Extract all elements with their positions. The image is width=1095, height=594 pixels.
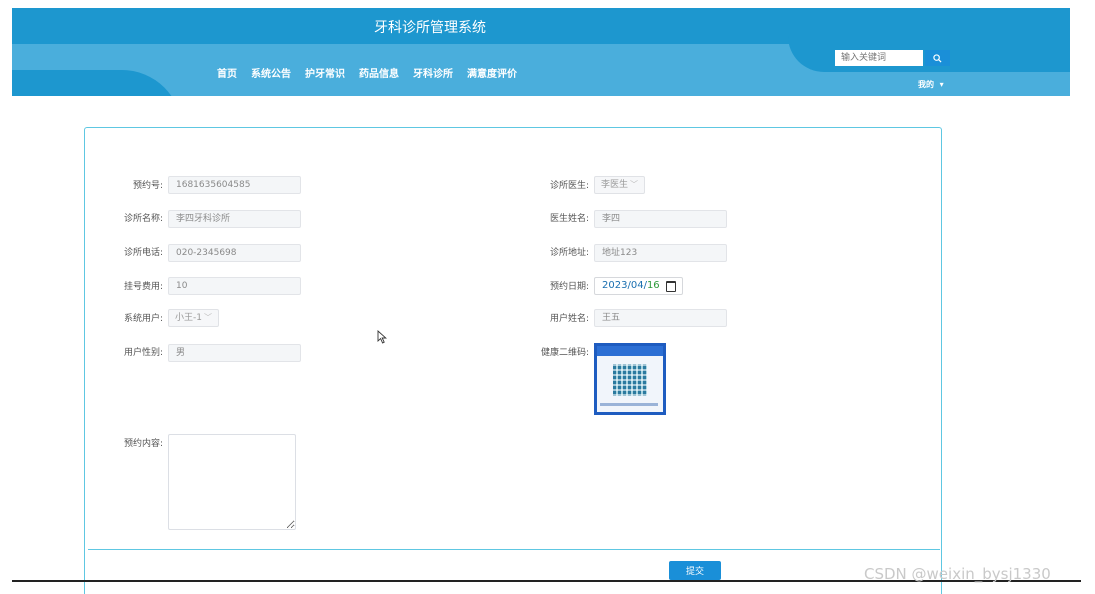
- clinic-address-label: 诊所地址:: [549, 248, 589, 258]
- clinic-address-field[interactable]: 地址123: [594, 244, 727, 262]
- search-icon: [933, 53, 942, 63]
- clinic-phone-field[interactable]: 020-2345698: [168, 244, 301, 262]
- user-name-field[interactable]: 王五: [594, 309, 727, 327]
- submit-button[interactable]: 提交: [669, 561, 721, 580]
- clinic-phone-label: 诊所电话:: [123, 248, 163, 258]
- nav-satisfaction-review[interactable]: 满意度评价: [467, 65, 517, 80]
- clinic-name-field[interactable]: 李四牙科诊所: [168, 210, 301, 228]
- booking-date-input[interactable]: 2023/04/16: [594, 277, 683, 295]
- sys-user-select[interactable]: 小王-1 ﹀: [168, 309, 219, 327]
- site-header: 牙科诊所管理系统 首页 系统公告 护牙常识 药品信息 牙科诊所 满意度评价 我的…: [12, 8, 1070, 96]
- doctor-name-label: 医生姓名:: [549, 214, 589, 224]
- booking-no-field[interactable]: 1681635604585: [168, 176, 301, 194]
- booking-date-label: 预约日期:: [549, 282, 589, 292]
- nav-medicine-info[interactable]: 药品信息: [359, 65, 399, 80]
- caret-down-icon: ▾: [936, 80, 944, 89]
- chevron-down-icon: ﹀: [630, 180, 639, 189]
- nav-home[interactable]: 首页: [217, 65, 237, 80]
- health-qr-image[interactable]: [594, 343, 666, 415]
- clinic-name-label: 诊所名称:: [123, 214, 163, 224]
- search-button[interactable]: [925, 50, 950, 66]
- header-wave-decoration: [12, 70, 182, 96]
- mouse-cursor-icon: [377, 330, 387, 344]
- nav-announcements[interactable]: 系统公告: [251, 65, 291, 80]
- doctor-name-field[interactable]: 李四: [594, 210, 727, 228]
- user-name-label: 用户姓名:: [549, 314, 589, 324]
- main-nav: 首页 系统公告 护牙常识 药品信息 牙科诊所 满意度评价: [217, 65, 517, 80]
- clinic-doctor-select[interactable]: 李医生 ﹀: [594, 176, 646, 194]
- booking-content-label: 预约内容:: [123, 439, 163, 449]
- date-day: 16: [646, 280, 660, 291]
- booking-no-label: 预约号:: [132, 181, 163, 191]
- date-month: 04: [630, 280, 644, 291]
- sys-user-value: 小王-1: [175, 313, 202, 323]
- sys-user-label: 系统用户:: [123, 314, 163, 324]
- user-menu[interactable]: 我的 ▾: [918, 79, 944, 90]
- reg-fee-field[interactable]: 10: [168, 277, 301, 295]
- qr-code-icon: [613, 364, 647, 396]
- form-divider: [88, 549, 940, 550]
- reg-fee-label: 挂号费用:: [123, 282, 163, 292]
- search-input[interactable]: [835, 50, 923, 66]
- booking-content-textarea[interactable]: [168, 434, 296, 530]
- chevron-down-icon: ﹀: [203, 313, 212, 322]
- user-menu-label: 我的: [918, 80, 934, 89]
- booking-form-card: 预约号: 1681635604585 诊所名称: 李四牙科诊所 诊所电话: 02…: [84, 127, 942, 594]
- clinic-doctor-label: 诊所医生:: [549, 181, 589, 191]
- nav-dental-care-tips[interactable]: 护牙常识: [305, 65, 345, 80]
- nav-dental-clinics[interactable]: 牙科诊所: [413, 65, 453, 80]
- user-gender-label: 用户性别:: [123, 348, 163, 358]
- calendar-icon[interactable]: [666, 281, 676, 292]
- watermark: CSDN @weixin_bysj1330: [864, 565, 1051, 583]
- site-title: 牙科诊所管理系统: [374, 20, 486, 36]
- date-year: 2023: [602, 280, 628, 291]
- health-qr-label: 健康二维码:: [540, 348, 589, 358]
- user-gender-field[interactable]: 男: [168, 344, 301, 362]
- clinic-doctor-value: 李医生: [601, 180, 629, 190]
